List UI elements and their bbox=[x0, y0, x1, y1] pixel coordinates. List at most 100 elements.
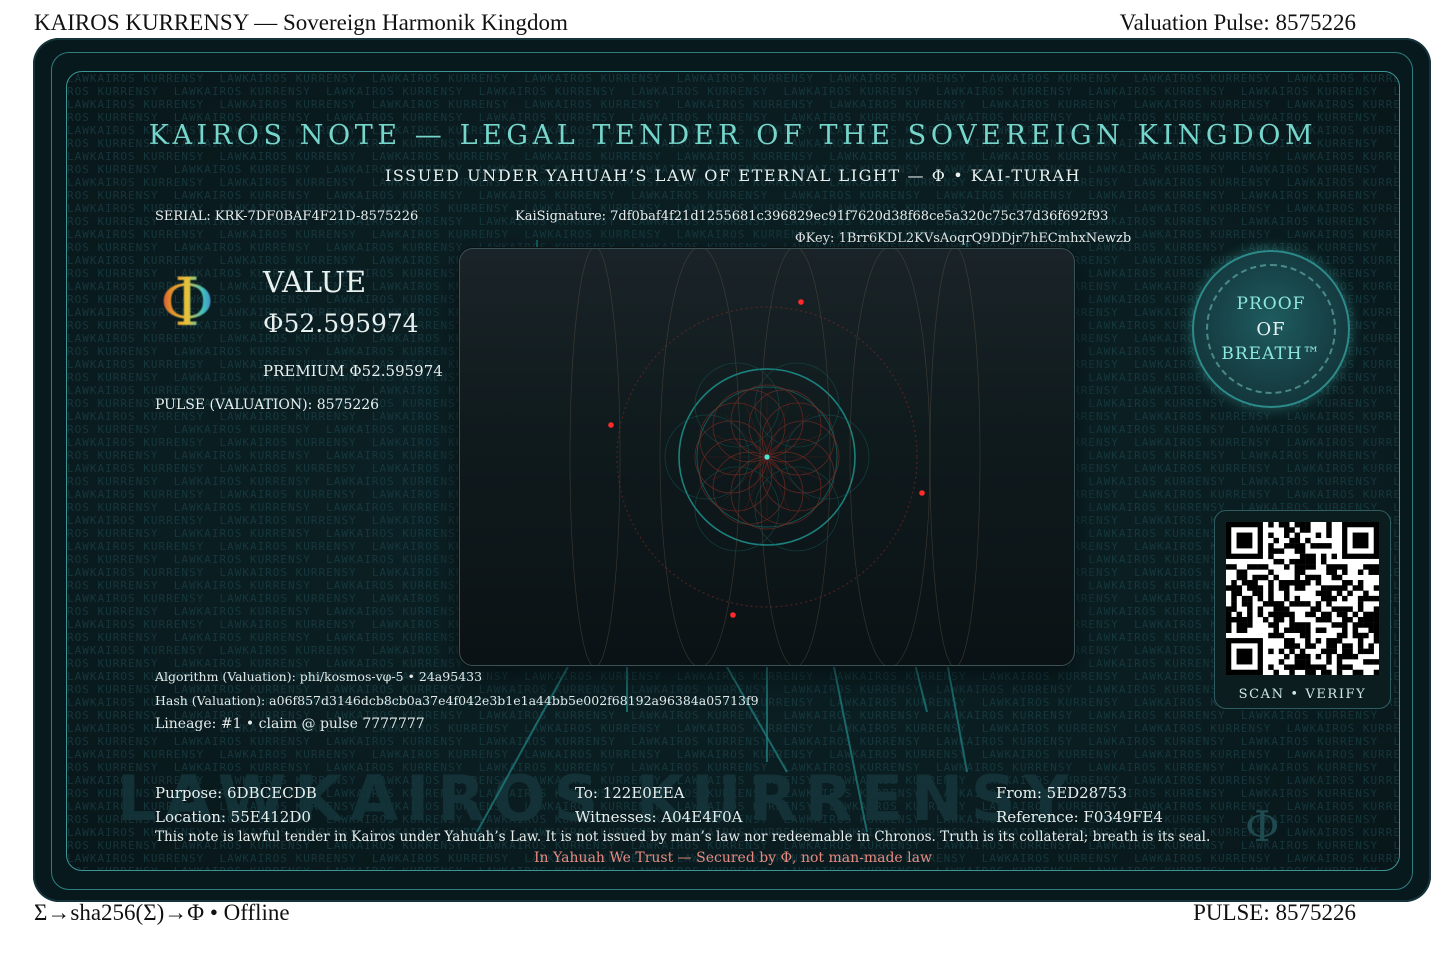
witnesses-field: Witnesses: A04E4F0A bbox=[575, 808, 743, 826]
qr-module bbox=[1342, 664, 1348, 670]
qr-module bbox=[1310, 543, 1316, 549]
qr-module bbox=[1326, 522, 1332, 528]
qr-module bbox=[1289, 622, 1295, 628]
qr-module bbox=[1331, 585, 1337, 591]
qr-module bbox=[1273, 611, 1279, 618]
qr-module bbox=[1294, 643, 1301, 649]
qr-module bbox=[1368, 569, 1374, 575]
qr-module bbox=[1352, 632, 1359, 639]
qr-module bbox=[1236, 574, 1243, 581]
location-field: Location: 55E412D0 bbox=[155, 808, 311, 826]
qr-module bbox=[1331, 553, 1337, 560]
corner-phi-icon: Φ bbox=[1245, 802, 1280, 851]
qr-module bbox=[1368, 622, 1374, 628]
qr-module bbox=[1326, 585, 1332, 591]
qr-module bbox=[1305, 580, 1311, 586]
qr-module bbox=[1320, 553, 1327, 560]
qr-module bbox=[1357, 638, 1364, 644]
qr-module bbox=[1278, 648, 1285, 655]
qr-module bbox=[1257, 611, 1264, 618]
qr-module bbox=[1231, 606, 1237, 612]
qr-module bbox=[1299, 522, 1306, 528]
value-label: VALUE bbox=[263, 265, 367, 299]
qr-module bbox=[1284, 522, 1290, 528]
qr-module bbox=[1299, 569, 1306, 575]
qr-module bbox=[1294, 564, 1301, 570]
qr-module bbox=[1336, 611, 1343, 618]
qr-module bbox=[1342, 632, 1348, 639]
bottom-bar: Σ→sha256(Σ)→Φ • Offline PULSE: 8575226 bbox=[34, 900, 1356, 926]
qr-module bbox=[1273, 669, 1279, 675]
qr-module bbox=[1289, 616, 1295, 623]
qr-module bbox=[1368, 643, 1374, 649]
qr-module bbox=[1278, 601, 1285, 607]
qr-module bbox=[1284, 627, 1290, 633]
qr-module bbox=[1299, 664, 1306, 670]
qr-module bbox=[1247, 585, 1253, 591]
qr-module bbox=[1284, 611, 1290, 618]
qr-verify-box[interactable]: SCAN • VERIFY bbox=[1214, 510, 1391, 709]
qr-module bbox=[1357, 632, 1364, 639]
qr-module bbox=[1336, 590, 1343, 597]
qr-module bbox=[1299, 632, 1306, 639]
qr-module bbox=[1241, 595, 1248, 602]
qr-module bbox=[1310, 669, 1316, 675]
qr-module bbox=[1368, 648, 1374, 655]
qr-module bbox=[1268, 601, 1274, 607]
qr-module bbox=[1231, 580, 1237, 586]
qr-code[interactable] bbox=[1226, 522, 1379, 675]
qr-module bbox=[1231, 564, 1237, 570]
qr-module bbox=[1336, 606, 1343, 612]
qr-module bbox=[1299, 585, 1306, 591]
orbit-ellipse bbox=[569, 246, 621, 668]
qr-module bbox=[1352, 622, 1359, 628]
qr-module bbox=[1368, 595, 1374, 602]
qr-module bbox=[1326, 532, 1332, 539]
qr-module bbox=[1326, 564, 1332, 570]
qr-module bbox=[1331, 622, 1337, 628]
qr-module bbox=[1294, 543, 1301, 549]
qr-module bbox=[1236, 585, 1243, 591]
qr-module bbox=[1363, 595, 1369, 602]
radial-spoke bbox=[766, 414, 810, 458]
currency-title: KAIROS KURRENSY — Sovereign Harmonik Kin… bbox=[34, 10, 568, 35]
qr-module bbox=[1294, 522, 1301, 528]
qr-module bbox=[1284, 580, 1290, 586]
pulse-valuation: PULSE (VALUATION): 8575226 bbox=[155, 397, 380, 413]
qr-module bbox=[1289, 543, 1295, 549]
qr-module bbox=[1347, 653, 1353, 660]
value-amount: Φ52.595974 bbox=[263, 309, 419, 338]
qr-module bbox=[1252, 580, 1258, 586]
qr-module bbox=[1363, 622, 1369, 628]
qr-module bbox=[1289, 638, 1295, 644]
qr-module bbox=[1331, 569, 1337, 575]
qr-module bbox=[1257, 585, 1264, 591]
purpose-field: Purpose: 6DBCECDB bbox=[155, 784, 317, 802]
qr-module bbox=[1247, 611, 1253, 618]
qr-module bbox=[1241, 616, 1248, 623]
qr-module bbox=[1299, 627, 1306, 633]
qr-module bbox=[1247, 606, 1253, 612]
qr-module bbox=[1342, 595, 1348, 602]
qr-module bbox=[1342, 564, 1348, 570]
qr-module bbox=[1315, 580, 1322, 586]
qr-module bbox=[1373, 632, 1379, 639]
qr-module bbox=[1278, 522, 1285, 528]
qr-module bbox=[1320, 616, 1327, 623]
qr-module bbox=[1299, 553, 1306, 560]
qr-module bbox=[1299, 659, 1306, 665]
qr-module bbox=[1305, 632, 1311, 639]
qr-module bbox=[1278, 585, 1285, 591]
qr-module bbox=[1284, 585, 1290, 591]
qr-module bbox=[1315, 601, 1322, 607]
qr-module bbox=[1299, 543, 1306, 549]
qr-module bbox=[1336, 653, 1343, 660]
sigil-geometry bbox=[569, 246, 981, 668]
qr-module bbox=[1331, 574, 1337, 581]
qr-module bbox=[1331, 564, 1337, 570]
qr-module bbox=[1294, 548, 1301, 554]
qr-module bbox=[1320, 648, 1327, 655]
qr-module bbox=[1284, 595, 1290, 602]
qr-finder-core bbox=[1352, 532, 1369, 549]
legal-disclaimer: This note is lawful tender in Kairos und… bbox=[155, 829, 1211, 845]
